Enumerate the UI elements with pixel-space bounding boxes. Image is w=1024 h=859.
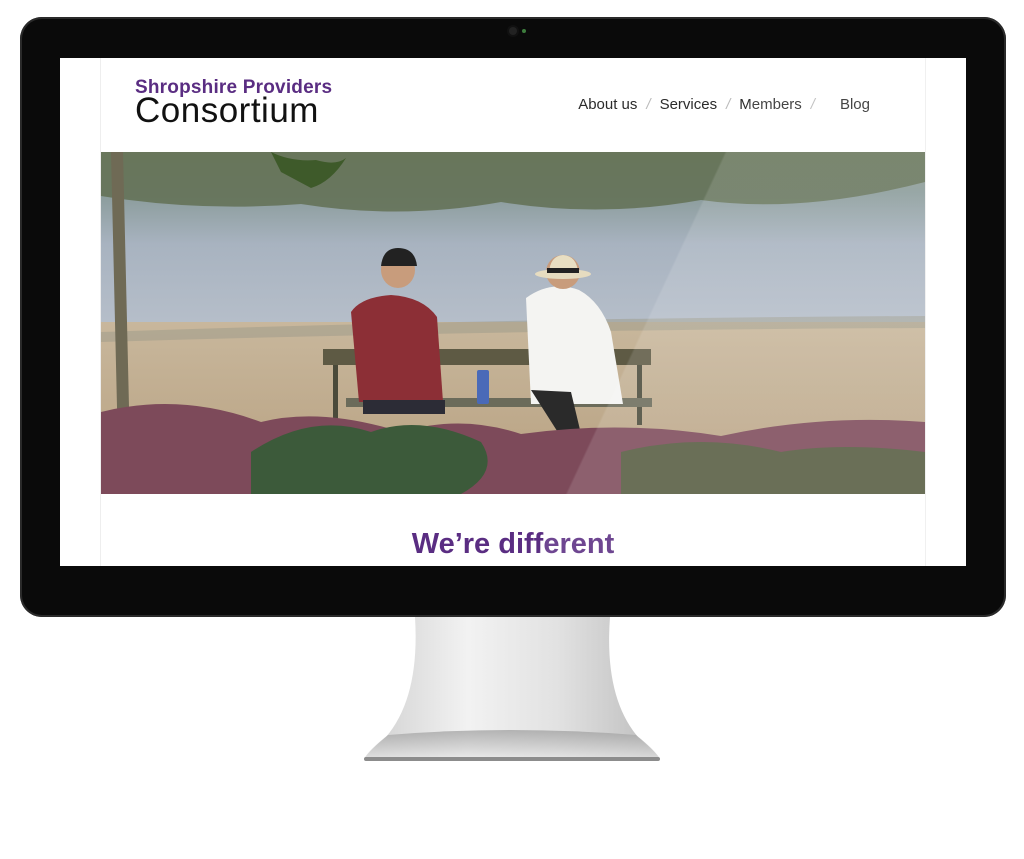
logo-line-2[interactable]: Consortium <box>135 91 319 131</box>
nav-services[interactable]: Services <box>660 96 718 113</box>
main-navigation: About us / Services / Members / Blog <box>578 96 870 113</box>
monitor-screen: Shropshire Providers Consortium About us… <box>60 58 966 566</box>
nav-about-us[interactable]: About us <box>578 96 637 113</box>
hero-photo-illustration <box>101 152 925 494</box>
section-heading: We’re different <box>411 528 615 560</box>
monitor-stand <box>360 617 664 769</box>
nav-separator: / <box>646 96 651 113</box>
hero-image <box>101 152 925 494</box>
web-page: Shropshire Providers Consortium About us… <box>101 58 925 566</box>
nav-blog[interactable]: Blog <box>840 96 870 113</box>
nav-separator: / <box>810 96 815 113</box>
nav-members[interactable]: Members <box>739 96 802 113</box>
nav-separator: / <box>726 96 731 113</box>
webcam-led-icon <box>522 29 526 33</box>
webcam-icon <box>509 27 517 35</box>
stand-illustration <box>364 617 660 761</box>
